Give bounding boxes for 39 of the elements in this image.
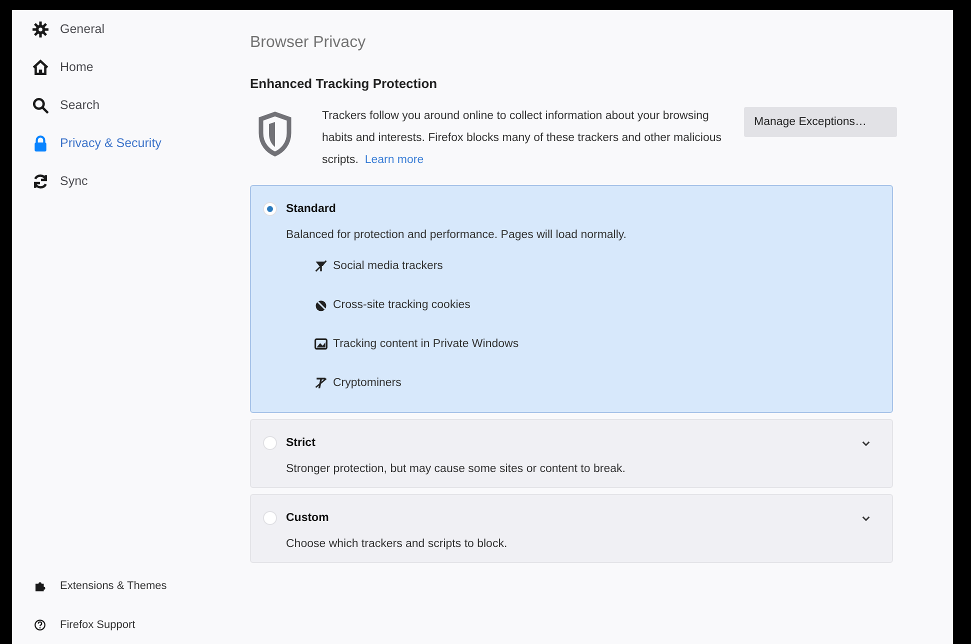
sidebar-item[interactable]: Privacy & Security [32,124,238,162]
description-text: Trackers follow you around online to collect information about your browsing habits and interests. Firefox blocks many of these trackers and other malicious scripts. Learn more [322,109,722,168]
radio-button[interactable] [263,511,277,525]
shield-icon [258,111,292,157]
sidebar-item[interactable]: Search [32,86,238,124]
cryptominer-icon [314,376,328,390]
option-label: Standard [286,203,337,215]
tracker-item: Cross-site tracking cookies [333,299,470,311]
learn-more-link[interactable]: Learn more [364,154,424,166]
tracking-content-icon [314,337,328,351]
tracker-item: Social media trackers [333,260,443,272]
chevron-icon[interactable] [862,440,870,446]
sidebar-link[interactable]: Firefox Support [32,605,238,644]
radio-button[interactable] [263,436,277,450]
sidebar-link[interactable]: Extensions & Themes [32,566,238,605]
home-icon [32,58,49,76]
option-label: Strict [286,437,316,449]
social-tracker-icon [314,259,328,273]
option-description: Choose which trackers and scripts to block. [286,538,508,550]
tracker-item: Cryptominers [333,377,402,389]
option-label: Custom [286,512,330,524]
puzzle-icon [34,580,46,592]
section-heading: Enhanced Tracking Protection [250,76,438,91]
lock-icon [32,134,49,152]
sidebar-item[interactable]: General [32,10,238,48]
sync-icon [32,172,49,190]
radio-button[interactable] [263,202,277,216]
option-description: Stronger protection, but may cause some sites or content to break. [286,463,626,475]
search-icon [32,96,49,114]
tracker-item: Tracking content in Private Windows [333,338,519,350]
sidebar-item[interactable]: Home [32,48,238,86]
chevron-icon[interactable] [862,516,870,520]
cookie-icon [314,298,328,312]
help-icon [34,618,46,630]
option-description: Balanced for protection and performance. Pages will load normally. [286,229,628,241]
page-title: Browser Privacy [250,34,367,52]
gear-icon [32,20,49,38]
manage-exceptions-button[interactable]: Manage Exceptions… [744,107,897,137]
sidebar-item[interactable]: Sync [32,162,238,200]
